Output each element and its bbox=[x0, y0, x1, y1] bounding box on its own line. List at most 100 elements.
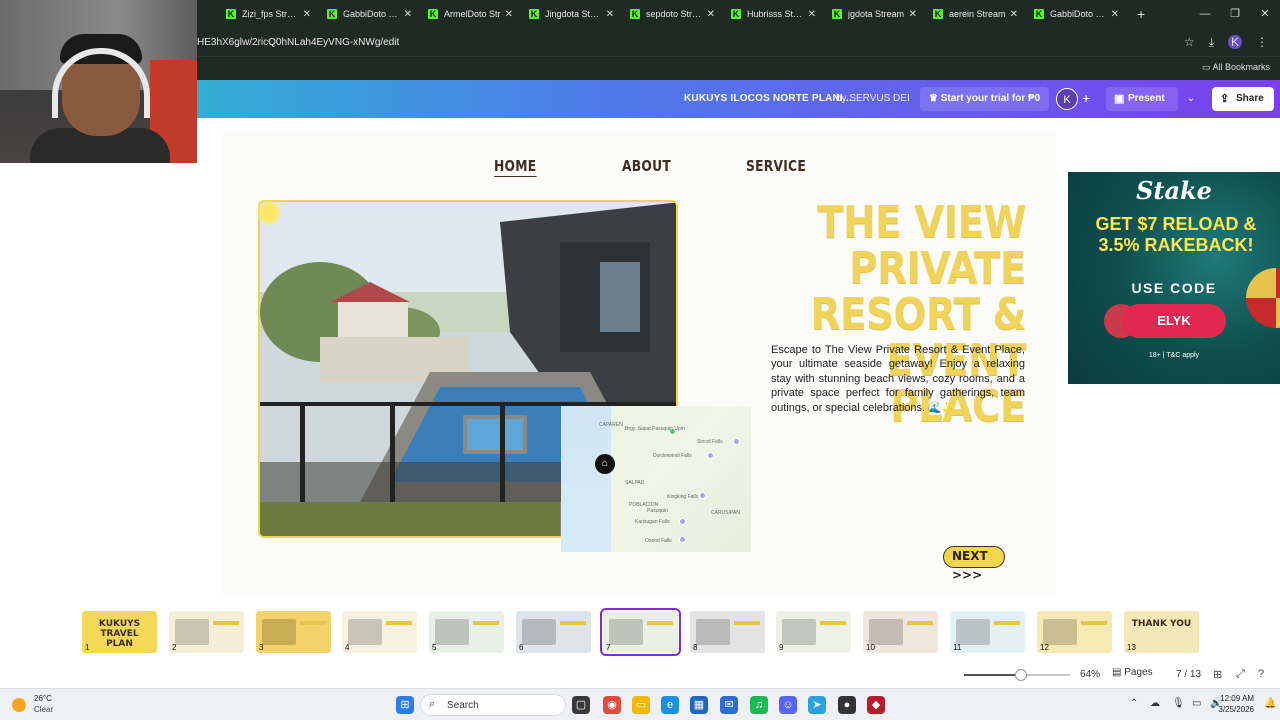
close-tab-icon[interactable]: ✕ bbox=[606, 9, 614, 20]
browser-tab[interactable]: K Jingdota Stream ✕ bbox=[521, 0, 622, 28]
zoom-slider-handle[interactable] bbox=[1015, 669, 1027, 681]
browser-tab[interactable]: K Zizi_fps Stream ✕ bbox=[218, 0, 319, 28]
present-button[interactable]: ▣ Present bbox=[1106, 87, 1178, 111]
discord-icon[interactable]: ☺ bbox=[779, 696, 797, 714]
task-view-icon[interactable]: ▢ bbox=[572, 696, 590, 714]
ad-code-button[interactable]: ELYK bbox=[1122, 304, 1226, 338]
chrome-icon[interactable]: ◉ bbox=[603, 696, 621, 714]
file-explorer-icon[interactable]: ▭ bbox=[632, 696, 650, 714]
page-thumbnail[interactable]: 9 bbox=[776, 611, 851, 653]
page-thumbnail[interactable]: KUKUYS TRAVEL PLAN 1 bbox=[82, 611, 157, 653]
map-label-pasuquin: Pasuquin bbox=[647, 508, 668, 514]
browser-tab[interactable]: Kaerein Stream ✕ bbox=[925, 0, 1026, 28]
url-field[interactable]: HE3hX6glw/2ricQ0hNLah4EyVNG-xNWg/edit bbox=[197, 37, 1184, 48]
present-options-chevron-icon[interactable]: ⌄ bbox=[1180, 87, 1202, 111]
outlook-icon[interactable]: ✉ bbox=[720, 696, 738, 714]
next-button[interactable]: NEXT >>> bbox=[943, 546, 1005, 582]
start-trial-button[interactable]: ♛ Start your trial for ₱0 bbox=[920, 87, 1050, 111]
grid-view-icon[interactable]: ⊞ bbox=[1213, 668, 1222, 681]
browser-tab[interactable]: K GabbiDoto Str ✕ bbox=[1026, 0, 1127, 28]
fullscreen-icon[interactable]: ⤢ bbox=[1236, 668, 1245, 681]
close-tab-icon[interactable]: ✕ bbox=[909, 9, 917, 20]
bookmark-star-icon[interactable]: ☆ bbox=[1184, 35, 1195, 49]
weather-condition: Clear bbox=[34, 705, 54, 714]
add-collaborator-icon[interactable]: + bbox=[1082, 90, 1090, 106]
close-tab-icon[interactable]: ✕ bbox=[808, 9, 816, 20]
taskbar-clock[interactable]: 12:09 AM 3/25/2026 bbox=[1218, 693, 1254, 715]
browser-tab[interactable]: Ksepdoto Stream ✕ bbox=[622, 0, 723, 28]
page-thumbnail[interactable]: 8 bbox=[690, 611, 765, 653]
map-pin-kingking[interactable] bbox=[699, 492, 706, 499]
stake-ad-overlay[interactable]: Stake GET $7 RELOAD & 3.5% RAKEBACK! USE… bbox=[1068, 172, 1280, 384]
thumbnail-preview bbox=[348, 619, 382, 645]
windows-start-icon[interactable]: ⊞ bbox=[396, 696, 414, 714]
page-thumbnail[interactable]: 6 bbox=[516, 611, 591, 653]
crown-icon: ♛ bbox=[929, 93, 941, 104]
slide-description[interactable]: Escape to The View Private Resort & Even… bbox=[771, 343, 1025, 415]
page-thumbnail[interactable]: 12 bbox=[1037, 611, 1112, 653]
collaborator-avatar[interactable]: K bbox=[1056, 88, 1078, 110]
moon-weather-icon bbox=[12, 698, 26, 712]
location-map[interactable]: Brgy. Sapat Pasuquin Upm Sincol Falls Do… bbox=[561, 406, 751, 552]
zoom-value[interactable]: 64% bbox=[1080, 669, 1100, 680]
close-tab-icon[interactable]: ✕ bbox=[505, 9, 513, 20]
network-icon[interactable]: ▭ bbox=[1192, 698, 1201, 709]
map-pin-karisugan[interactable] bbox=[679, 518, 686, 525]
thumbnail-number: 13 bbox=[1127, 643, 1136, 652]
ad-terms: 18+ | T&C apply bbox=[1148, 352, 1200, 359]
download-icon[interactable]: ⤓ bbox=[1209, 35, 1214, 50]
restore-icon[interactable]: ❐ bbox=[1220, 0, 1250, 28]
map-pin-sincol[interactable] bbox=[733, 438, 740, 445]
all-bookmarks-link[interactable]: ▭ All Bookmarks bbox=[1202, 62, 1270, 73]
resort-location-home-icon[interactable]: ⌂ bbox=[595, 454, 615, 474]
browser-tab[interactable]: K GabbiDoto Str ✕ bbox=[319, 0, 420, 28]
page-thumbnail[interactable]: 5 bbox=[429, 611, 504, 653]
page-thumbnail[interactable]: THANK YOU 13 bbox=[1124, 611, 1199, 653]
browser-tab[interactable]: K Hubrisss Stream ✕ bbox=[723, 0, 824, 28]
page-thumbnail[interactable]: 7 bbox=[600, 608, 681, 656]
slide-nav-about[interactable]: ABOUT bbox=[622, 157, 671, 175]
map-pin-dordorwindi[interactable] bbox=[707, 452, 714, 459]
close-window-icon[interactable]: ✕ bbox=[1250, 0, 1280, 28]
obs-icon[interactable]: ● bbox=[838, 696, 856, 714]
zoom-slider[interactable] bbox=[964, 669, 1070, 681]
store-icon[interactable]: ▦ bbox=[690, 696, 708, 714]
page-thumbnail[interactable]: 10 bbox=[863, 611, 938, 653]
close-tab-icon[interactable]: ✕ bbox=[707, 9, 715, 20]
editor-footer: 64% ▤ Pages 7 / 13 ⊞ ⤢ ? bbox=[0, 662, 1280, 688]
minimize-icon[interactable]: — bbox=[1190, 0, 1220, 28]
browser-menu-icon[interactable]: ⋮ bbox=[1256, 35, 1268, 49]
share-button[interactable]: ⇪ Share bbox=[1212, 87, 1274, 111]
document-title[interactable]: KUKUYS ILOCOS NORTE PLANI... bbox=[684, 93, 852, 104]
page-thumbnail[interactable]: 2 bbox=[169, 611, 244, 653]
share-icon: ⇪ bbox=[1220, 93, 1230, 105]
microphone-icon[interactable]: 🎙 bbox=[1172, 698, 1185, 709]
telegram-icon[interactable]: ➤ bbox=[808, 696, 826, 714]
browser-tab[interactable]: Kjgdota Stream ✕ bbox=[824, 0, 925, 28]
new-tab-button[interactable]: + bbox=[1137, 6, 1145, 22]
page-thumbnail[interactable]: 3 bbox=[256, 611, 331, 653]
taskbar-search[interactable]: ⌕ Search bbox=[420, 694, 566, 716]
spotify-icon[interactable]: ♫ bbox=[750, 696, 768, 714]
close-tab-icon[interactable]: ✕ bbox=[404, 9, 412, 20]
notifications-icon[interactable]: 🔔 bbox=[1264, 698, 1276, 709]
edge-icon[interactable]: e bbox=[661, 696, 679, 714]
page-thumbnail[interactable]: 11 bbox=[950, 611, 1025, 653]
slide-nav-home[interactable]: HOME bbox=[494, 157, 537, 177]
pages-button[interactable]: ▤ Pages bbox=[1112, 667, 1153, 678]
tray-chevron-icon[interactable]: ⌃ bbox=[1130, 698, 1138, 709]
tray-cloud-icon[interactable]: ☁ bbox=[1150, 698, 1160, 709]
browser-tab[interactable]: K ArmelDoto Str ✕ bbox=[420, 0, 521, 28]
profile-avatar[interactable]: K bbox=[1228, 35, 1242, 49]
help-icon[interactable]: ? bbox=[1258, 668, 1264, 680]
map-pin-ozeod[interactable] bbox=[679, 536, 686, 543]
page-thumbnail[interactable]: 4 bbox=[342, 611, 417, 653]
app-icon[interactable]: ◆ bbox=[867, 696, 885, 714]
close-tab-icon[interactable]: ✕ bbox=[1111, 9, 1119, 20]
close-tab-icon[interactable]: ✕ bbox=[1010, 9, 1018, 20]
slide-nav-service[interactable]: SERVICE bbox=[746, 157, 806, 175]
pages-icon: ▤ bbox=[1112, 667, 1125, 678]
map-label-poblacion: POBLACION bbox=[629, 502, 659, 508]
close-tab-icon[interactable]: ✕ bbox=[303, 9, 311, 20]
thumbnail-number: 1 bbox=[85, 643, 90, 652]
